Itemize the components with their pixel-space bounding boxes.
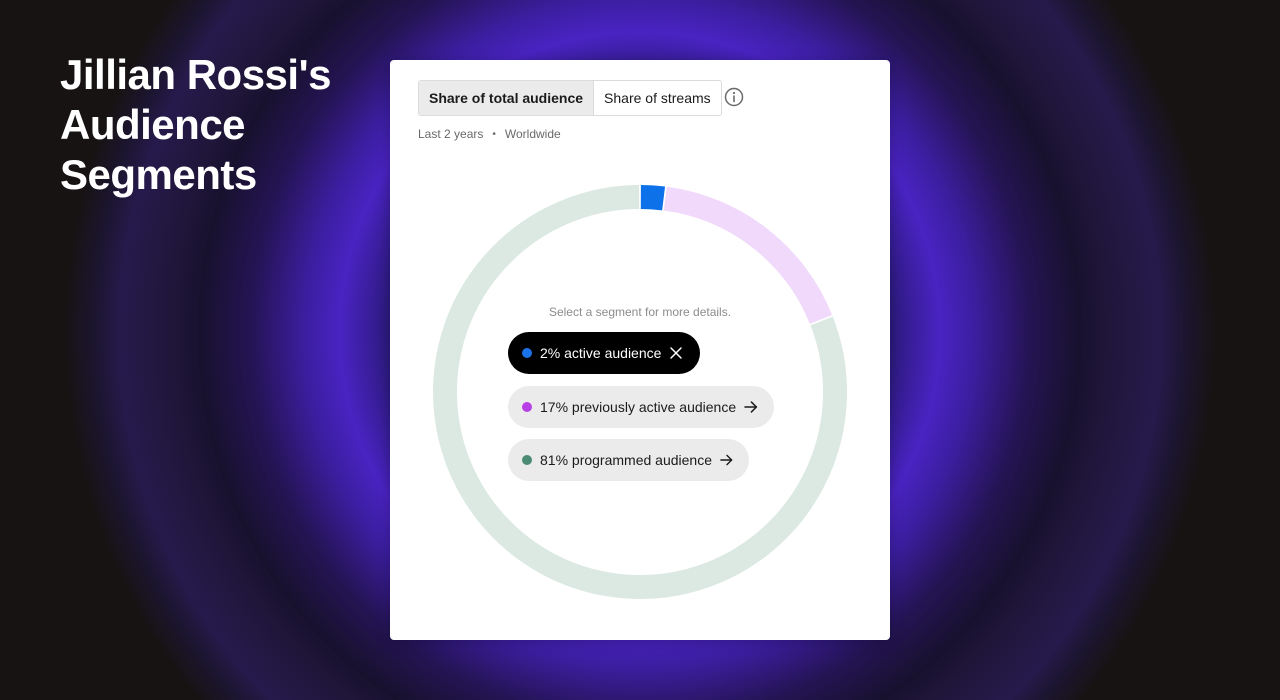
- segment-pill-active-audience[interactable]: 2% active audience: [508, 332, 700, 374]
- audience-card: Share of total audience Share of streams…: [390, 60, 890, 640]
- segment-label: 81% programmed audience: [540, 452, 712, 468]
- segment-label: 2% active audience: [540, 345, 662, 361]
- select-segment-hint: Select a segment for more details.: [548, 305, 732, 319]
- page-title: Jillian Rossi's Audience Segments: [60, 51, 331, 198]
- arrow-right-icon: [744, 401, 758, 413]
- segment-pill-programmed-audience[interactable]: 81% programmed audience: [508, 439, 749, 481]
- segment-color-dot: [522, 455, 532, 465]
- segment-pill-previously-active-audience[interactable]: 17% previously active audience: [508, 386, 774, 428]
- donut-slice-previously-active[interactable]: [663, 186, 833, 325]
- segment-color-dot: [522, 402, 532, 412]
- arrow-right-icon: [720, 454, 733, 466]
- donut-slice-active[interactable]: [640, 185, 666, 211]
- segment-color-dot: [522, 348, 532, 358]
- close-icon[interactable]: [669, 346, 683, 360]
- segment-label: 17% previously active audience: [540, 399, 737, 415]
